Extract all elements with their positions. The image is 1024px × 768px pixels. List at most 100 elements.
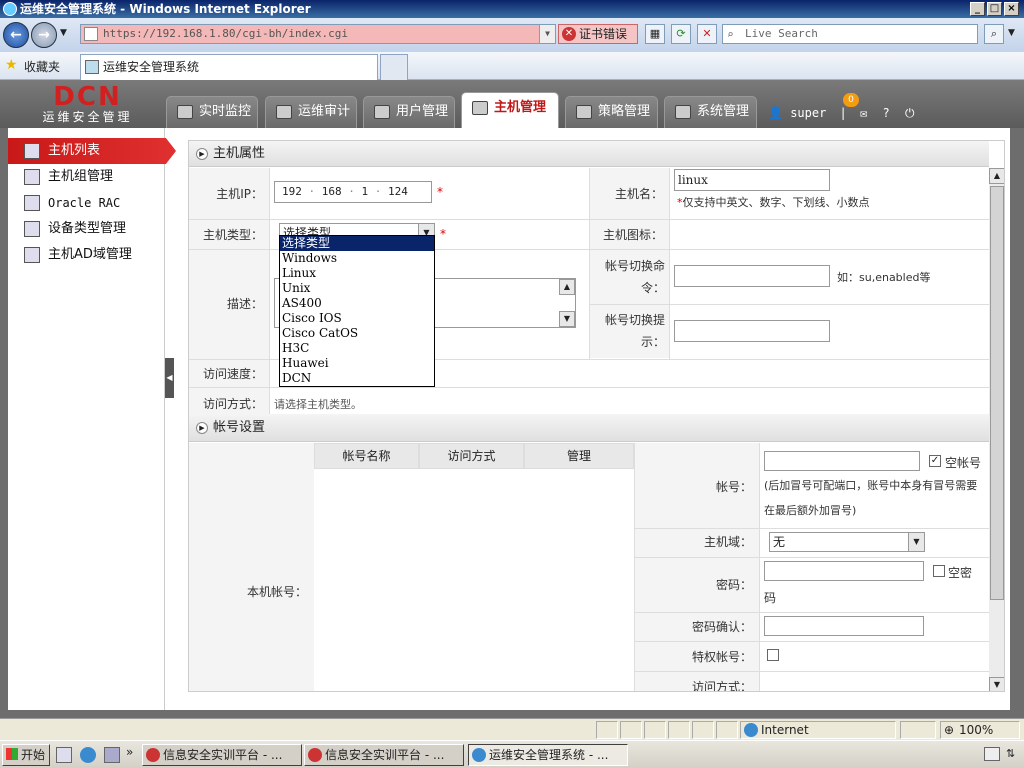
option-linux[interactable]: Linux	[280, 266, 434, 281]
task-item-active[interactable]: 运维安全管理系统 - ...	[468, 744, 628, 766]
host-ip-input[interactable]: 192 · 168 · 1 · 124	[274, 181, 432, 203]
option-dcn[interactable]: DCN	[280, 371, 434, 386]
task-item[interactable]: 信息安全实训平台 - ...	[304, 744, 464, 766]
password-confirm-label: 密码确认：	[691, 620, 752, 634]
scroll-up-icon[interactable]: ▲	[989, 168, 1004, 184]
windows-logo-icon	[6, 748, 18, 760]
address-dropdown-icon[interactable]: ▼	[539, 25, 555, 43]
option-cisco-ios[interactable]: Cisco IOS	[280, 311, 434, 326]
tab-policy-management[interactable]: 策略管理	[565, 96, 658, 128]
show-desktop-icon[interactable]	[56, 747, 72, 763]
ie-quicklaunch-icon[interactable]	[80, 747, 96, 763]
scroll-thumb[interactable]	[990, 186, 1004, 600]
mail-icon[interactable]: ✉	[860, 106, 867, 120]
scroll-up-icon[interactable]: ▲	[559, 279, 575, 295]
taskbar: 开始 » 信息安全实训平台 - ... 信息安全实训平台 - ... 运维安全管…	[0, 740, 1024, 768]
user-icon: 👤	[768, 106, 783, 120]
section-account-settings[interactable]: ▶ 帐号设置	[189, 414, 989, 442]
privileged-account-checkbox[interactable]	[767, 649, 779, 661]
password-confirm-input[interactable]	[764, 616, 924, 636]
new-tab-button[interactable]	[380, 54, 408, 80]
task-item[interactable]: 信息安全实训平台 - ...	[142, 744, 302, 766]
privileged-account-label: 特权帐号：	[691, 650, 752, 664]
required-mark: *	[437, 185, 443, 199]
host-group-icon	[24, 169, 40, 185]
minimize-button[interactable]: _	[970, 2, 985, 16]
domain-select[interactable]: 无 ▼	[769, 532, 925, 552]
ie-icon	[472, 748, 486, 762]
protected-mode-icon[interactable]	[900, 721, 936, 739]
logout-icon[interactable]: ⏻	[905, 106, 915, 120]
scroll-down-icon[interactable]: ▼	[989, 677, 1004, 691]
empty-password-label: 空密码	[764, 566, 973, 605]
window-title: 运维安全管理系统 - Windows Internet Explorer	[20, 2, 311, 16]
option-unix[interactable]: Unix	[280, 281, 434, 296]
password-label: 密码：	[715, 578, 752, 592]
user-info: 👤 super | ✉ ? ⏻	[768, 106, 915, 120]
username[interactable]: super	[790, 106, 826, 120]
switch-cmd-label: 帐号切换命令：	[604, 259, 665, 295]
tab-realtime-monitor[interactable]: 实时监控	[166, 96, 258, 128]
status-bar: Internet ⊕ 100%	[0, 718, 1024, 740]
col-access-method: 访问方式	[419, 443, 524, 469]
compat-view-icon[interactable]: ▦	[645, 24, 665, 44]
collapse-sidebar-icon[interactable]: ◀	[165, 358, 174, 398]
close-button[interactable]: ×	[1004, 2, 1019, 16]
tab-host-management[interactable]: 主机管理	[461, 92, 559, 128]
refresh-icon[interactable]: ⟳	[671, 24, 691, 44]
message-count-badge: 0	[843, 93, 859, 107]
favorites-button[interactable]: 收藏夹	[24, 58, 60, 75]
forward-icon[interactable]: →	[31, 22, 57, 48]
keyboard-icon[interactable]	[984, 747, 1000, 761]
scroll-down-icon[interactable]: ▼	[559, 311, 575, 327]
address-bar[interactable]: https://192.168.1.80/cgi-bh/index.cgi ▼	[80, 24, 556, 44]
host-name-input[interactable]: linux	[674, 169, 830, 191]
col-manage: 管理	[524, 443, 634, 469]
account-input[interactable]	[764, 451, 920, 471]
zoom-level[interactable]: ⊕ 100%	[940, 721, 1020, 739]
browser-tab-active[interactable]: 运维安全管理系统	[80, 54, 378, 80]
switch-cmd-input[interactable]	[674, 265, 830, 287]
option-windows[interactable]: Windows	[280, 251, 434, 266]
app-header: DCN 运维安全管理 实时监控 运维审计 用户管理 主机管理 策略管理 系统管理…	[0, 80, 1024, 128]
option-huawei[interactable]: Huawei	[280, 356, 434, 371]
globe-icon	[744, 723, 758, 737]
star-icon: ★	[5, 57, 18, 73]
switch-prompt-input[interactable]	[674, 320, 830, 342]
quicklaunch-icon[interactable]	[104, 747, 120, 763]
option-select-type[interactable]: 选择类型	[280, 236, 434, 251]
stop-icon[interactable]: ✕	[697, 24, 717, 44]
host-type-dropdown[interactable]: 选择类型 Windows Linux Unix AS400 Cisco IOS …	[279, 235, 435, 387]
tab-audit[interactable]: 运维审计	[265, 96, 357, 128]
sidebar-item-host-list[interactable]: 主机列表	[8, 138, 176, 164]
help-icon[interactable]: ?	[882, 106, 889, 120]
search-options-icon[interactable]: ▼	[1008, 28, 1015, 38]
network-icon[interactable]: ⇅	[1006, 747, 1015, 760]
start-button[interactable]: 开始	[2, 744, 50, 766]
section-host-properties[interactable]: ▶ 主机属性	[189, 141, 989, 167]
option-cisco-catos[interactable]: Cisco CatOS	[280, 326, 434, 341]
method-hint: 请选择主机类型。	[274, 398, 362, 411]
host-icon	[472, 101, 488, 115]
quicklaunch-chevron-icon[interactable]: »	[126, 745, 133, 759]
sidebar-item-device-type[interactable]: 设备类型管理	[8, 216, 165, 242]
monitor-icon	[177, 105, 193, 119]
sidebar-item-host-group[interactable]: 主机组管理	[8, 164, 165, 190]
tab-user-management[interactable]: 用户管理	[363, 96, 455, 128]
back-icon[interactable]: ←	[3, 22, 29, 48]
tab-system-management[interactable]: 系统管理	[664, 96, 757, 128]
chrome-icon	[308, 748, 322, 762]
local-account-label: 本机帐号：	[246, 585, 307, 599]
search-go-icon[interactable]: ⌕	[984, 24, 1004, 44]
history-dropdown-icon[interactable]: ▼	[60, 28, 67, 38]
option-as400[interactable]: AS400	[280, 296, 434, 311]
sidebar-item-oracle-rac[interactable]: Oracle RAC	[8, 190, 165, 216]
search-input[interactable]: ⌕ Live Search	[722, 24, 978, 44]
cert-error-button[interactable]: ✕ 证书错误	[558, 24, 638, 44]
empty-account-checkbox[interactable]: ✓	[929, 455, 941, 467]
sidebar-item-ad-domain[interactable]: 主机AD域管理	[8, 242, 165, 268]
maximize-button[interactable]: □	[987, 2, 1002, 16]
option-h3c[interactable]: H3C	[280, 341, 434, 356]
content-scrollbar[interactable]: ▲ ▼	[989, 168, 1004, 691]
ad-domain-icon	[24, 247, 40, 263]
